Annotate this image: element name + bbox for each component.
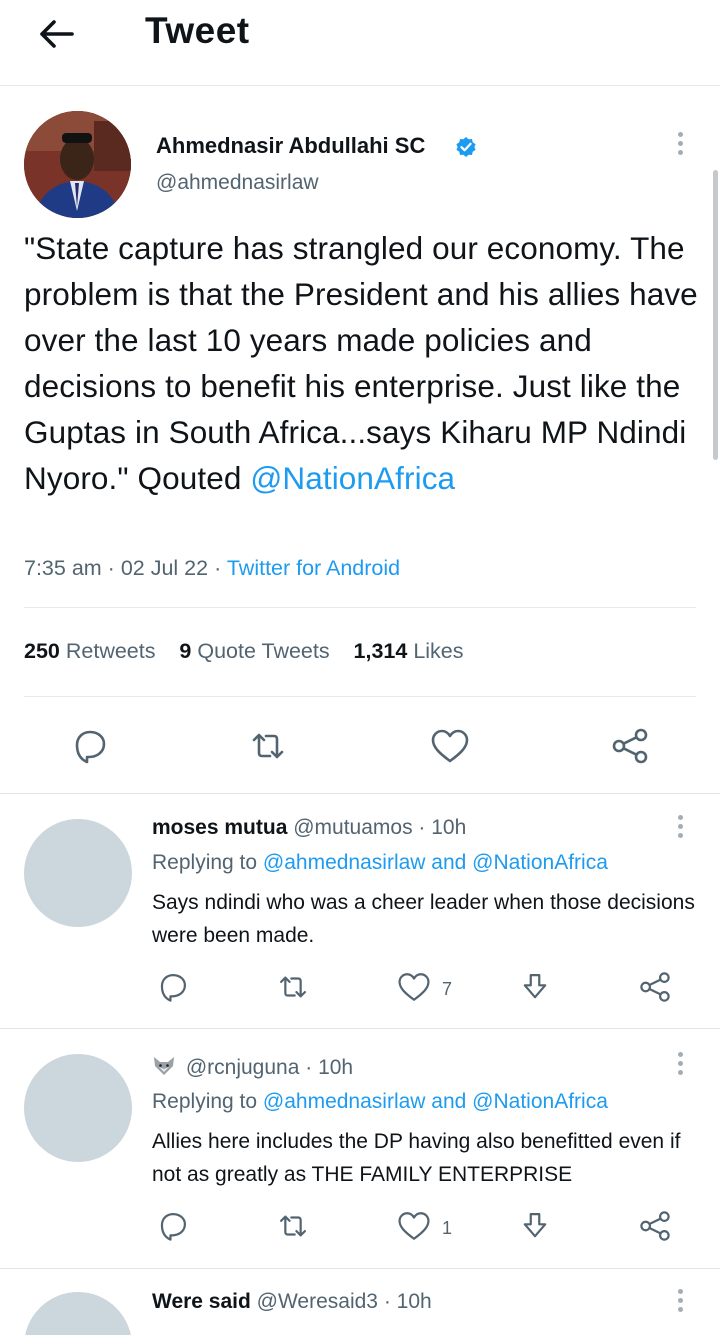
scrollbar-thumb[interactable] [713, 170, 718, 460]
quotes-label: Quote Tweets [197, 639, 330, 663]
reply-time: · 10h [305, 1056, 354, 1079]
tweet-stats: 250 Retweets 9 Quote Tweets 1,314 Likes [24, 639, 464, 664]
retweet-icon[interactable] [242, 718, 294, 774]
quotes-count: 9 [179, 639, 192, 663]
reply-time: · 10h [418, 816, 467, 839]
more-vertical-icon[interactable] [675, 132, 685, 155]
heart-icon [396, 1209, 432, 1248]
replying-to-users[interactable]: @ahmednasirlaw and @NationAfrica [263, 851, 608, 874]
like-button[interactable]: 7 [396, 970, 452, 1009]
like-count: 1 [442, 1218, 453, 1238]
arrow-left-icon[interactable] [34, 14, 78, 54]
divider [0, 1028, 720, 1029]
retweets-label: Retweets [65, 639, 156, 663]
download-icon[interactable] [518, 970, 552, 1004]
likes-count: 1,314 [353, 639, 408, 663]
retweets-count: 250 [24, 639, 60, 663]
more-vertical-icon[interactable] [675, 815, 685, 838]
reply-author-handle[interactable]: @rcnjuguna [186, 1056, 300, 1079]
divider [0, 793, 720, 794]
reply-time: · 10h [383, 1290, 432, 1313]
meta-dot: · [107, 556, 115, 580]
more-vertical-icon[interactable] [675, 1052, 685, 1075]
heart-icon[interactable] [424, 718, 476, 774]
tweet-action-bar [0, 718, 720, 774]
divider [0, 1268, 720, 1269]
reply-text: Allies here includes the DP having also … [152, 1130, 681, 1186]
replying-to-line: Replying to @ahmednasirlaw and @NationAf… [152, 1090, 608, 1114]
quote-tweets-stat[interactable]: 9 Quote Tweets [179, 639, 329, 663]
fox-emoji-icon [152, 1055, 176, 1083]
avatar[interactable] [24, 111, 131, 218]
author-name[interactable]: Ahmednasir Abdullahi SC [156, 133, 425, 159]
likes-label: Likes [413, 639, 464, 663]
download-icon[interactable] [518, 1209, 552, 1243]
tweet-meta: 7:35 am · 02 Jul 22 · Twitter for Androi… [24, 556, 400, 581]
share-icon[interactable] [638, 970, 672, 1004]
mention-link[interactable]: @NationAfrica [250, 460, 455, 496]
reply-header: Were said @Weresaid3 · 10h [152, 1290, 432, 1314]
reply-icon[interactable] [156, 1209, 190, 1243]
reply-text: Says ndindi who was a cheer leader when … [152, 891, 695, 947]
like-count: 7 [442, 979, 453, 999]
share-icon[interactable] [638, 1209, 672, 1243]
tweet-source-link[interactable]: Twitter for Android [227, 556, 400, 580]
share-icon[interactable] [604, 718, 656, 774]
meta-dot: · [214, 556, 222, 580]
reply-icon[interactable] [156, 970, 190, 1004]
like-button[interactable]: 1 [396, 1209, 452, 1248]
retweets-stat[interactable]: 250 Retweets [24, 639, 155, 663]
reply-author-name[interactable]: moses mutua [152, 816, 287, 839]
reply-header: @rcnjuguna · 10h [152, 1055, 353, 1083]
reply-author-handle[interactable]: @Weresaid3 [257, 1290, 378, 1313]
retweet-icon[interactable] [275, 1209, 311, 1243]
more-vertical-icon[interactable] [675, 1289, 685, 1312]
retweet-icon[interactable] [275, 970, 311, 1004]
avatar[interactable] [24, 1054, 132, 1162]
replying-to-users[interactable]: @ahmednasirlaw and @NationAfrica [263, 1090, 608, 1113]
author-handle[interactable]: @ahmednasirlaw [156, 171, 319, 195]
top-app-bar: Tweet [0, 0, 720, 86]
divider [24, 607, 696, 608]
replying-to-prefix: Replying to [152, 851, 258, 874]
avatar[interactable] [24, 1292, 132, 1335]
divider [24, 696, 696, 697]
tweet-time: 7:35 am [24, 556, 102, 580]
reply-author-name[interactable]: Were said [152, 1290, 251, 1313]
tweet-body: "State capture has strangled our economy… [24, 230, 698, 496]
replying-to-line: Replying to @ahmednasirlaw and @NationAf… [152, 851, 608, 875]
tweet-date: 02 Jul 22 [120, 556, 209, 580]
reply-header: moses mutua @mutuamos · 10h [152, 816, 466, 840]
reply-author-handle[interactable]: @mutuamos [293, 816, 412, 839]
tweet-text: "State capture has strangled our economy… [24, 225, 714, 501]
heart-icon [396, 970, 432, 1009]
page-title: Tweet [145, 10, 250, 51]
replying-to-prefix: Replying to [152, 1090, 258, 1113]
reply-icon[interactable] [64, 718, 116, 774]
verified-badge-icon [455, 136, 477, 158]
likes-stat[interactable]: 1,314 Likes [354, 639, 464, 663]
avatar[interactable] [24, 819, 132, 927]
